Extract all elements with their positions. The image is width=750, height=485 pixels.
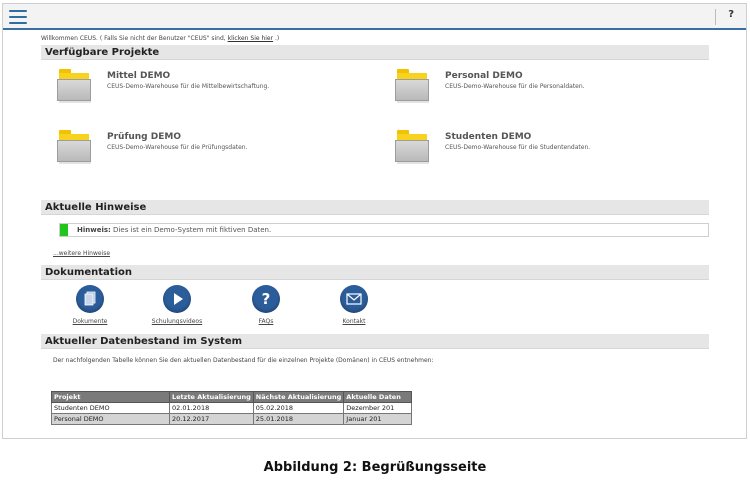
docs-videos-label[interactable]: Schulungsvideos [147, 318, 207, 325]
table-row: Studenten DEMO 02.01.2018 05.02.2018 Dez… [51, 402, 413, 414]
docs-heading: Dokumentation [41, 265, 709, 280]
help-button[interactable]: ? [728, 9, 734, 20]
notice-item: Hinweis: Dies ist ein Demo-System mit fi… [59, 223, 709, 237]
data-status-intro: Der nachfolgenden Tabelle können Sie den… [53, 357, 434, 364]
column-header: Aktuelle Daten [343, 391, 413, 403]
column-header: Nächste Aktualisierung [252, 391, 345, 403]
docs-faqs-label[interactable]: FAQs [236, 318, 296, 325]
project-personal[interactable]: Personal DEMO CEUS-Demo-Warehouse für di… [379, 65, 679, 115]
notice-message: Dies ist ein Demo-System mit fiktiven Da… [110, 226, 272, 234]
docs-videos[interactable]: Schulungsvideos [147, 285, 207, 325]
app-window: ? Willkommen CEUS. ( Falls Sie nicht der… [2, 3, 747, 439]
project-title[interactable]: Studenten DEMO [445, 132, 531, 142]
status-indicator [60, 224, 68, 236]
project-description: CEUS-Demo-Warehouse für die Personaldate… [445, 83, 585, 90]
welcome-prefix: Willkommen CEUS. ( Falls Sie nicht der B… [41, 35, 228, 42]
menu-icon[interactable] [9, 10, 27, 24]
project-studenten[interactable]: Studenten DEMO CEUS-Demo-Warehouse für d… [379, 126, 679, 176]
more-notices-link[interactable]: ...weitere Hinweise [53, 250, 709, 258]
table-cell: 05.02.2018 [252, 402, 345, 414]
project-description: CEUS-Demo-Warehouse für die Prüfungsdate… [107, 144, 248, 151]
data-status-heading: Aktueller Datenbestand im System [41, 334, 709, 349]
notices-heading: Aktuelle Hinweise [41, 200, 709, 215]
project-mittel[interactable]: Mittel DEMO CEUS-Demo-Warehouse für die … [41, 65, 341, 115]
documents-icon[interactable] [76, 285, 104, 313]
column-header: Letzte Aktualisierung [169, 391, 254, 403]
docs-documents-label[interactable]: Dokumente [60, 318, 120, 325]
data-status-table: Projekt Letzte Aktualisierung Nächste Ak… [51, 391, 413, 425]
table-row: Personal DEMO 20.12.2017 25.01.2018 Janu… [51, 413, 413, 425]
docs-list: Dokumente Schulungsvideos ? FAQs Kontakt [41, 280, 709, 334]
docs-contact-label[interactable]: Kontakt [324, 318, 384, 325]
table-cell: Studenten DEMO [51, 402, 170, 414]
table-cell: 25.01.2018 [252, 413, 345, 425]
project-title[interactable]: Personal DEMO [445, 71, 523, 81]
project-description: CEUS-Demo-Warehouse für die Studentendat… [445, 144, 591, 151]
folder-icon[interactable] [57, 130, 91, 164]
docs-contact[interactable]: Kontakt [324, 285, 384, 325]
table-header-row: Projekt Letzte Aktualisierung Nächste Ak… [51, 391, 413, 403]
play-icon[interactable] [163, 285, 191, 313]
user-switch-link[interactable]: klicken Sie hier [228, 35, 273, 42]
table-cell: Dezember 201 [343, 402, 413, 414]
notice-label: Hinweis: [77, 226, 111, 234]
docs-faqs[interactable]: ? FAQs [236, 285, 296, 325]
project-list: Mittel DEMO CEUS-Demo-Warehouse für die … [41, 60, 709, 200]
project-title[interactable]: Prüfung DEMO [107, 132, 181, 142]
folder-icon[interactable] [57, 69, 91, 103]
project-pruefung[interactable]: Prüfung DEMO CEUS-Demo-Warehouse für die… [41, 126, 341, 176]
table-cell: Januar 201 [343, 413, 413, 425]
welcome-suffix: .) [273, 35, 280, 42]
folder-icon[interactable] [395, 130, 429, 164]
table-cell: 20.12.2017 [169, 413, 254, 425]
project-description: CEUS-Demo-Warehouse für die Mittelbewirt… [107, 83, 270, 90]
svg-text:?: ? [262, 290, 271, 308]
main-content: Willkommen CEUS. ( Falls Sie nicht der B… [41, 33, 709, 367]
folder-icon[interactable] [395, 69, 429, 103]
mail-icon[interactable] [340, 285, 368, 313]
table-cell: Personal DEMO [51, 413, 170, 425]
top-bar: ? [3, 4, 746, 30]
question-icon[interactable]: ? [252, 285, 280, 313]
project-title[interactable]: Mittel DEMO [107, 71, 170, 81]
notice-text: Hinweis: Dies ist ein Demo-System mit fi… [77, 224, 271, 236]
welcome-text: Willkommen CEUS. ( Falls Sie nicht der B… [41, 33, 709, 45]
column-header: Projekt [51, 391, 170, 403]
table-cell: 02.01.2018 [169, 402, 254, 414]
docs-documents[interactable]: Dokumente [60, 285, 120, 325]
projects-heading: Verfügbare Projekte [41, 45, 709, 60]
figure-caption: Abbildung 2: Begrüßungsseite [263, 460, 487, 475]
toolbar-divider [715, 9, 716, 25]
